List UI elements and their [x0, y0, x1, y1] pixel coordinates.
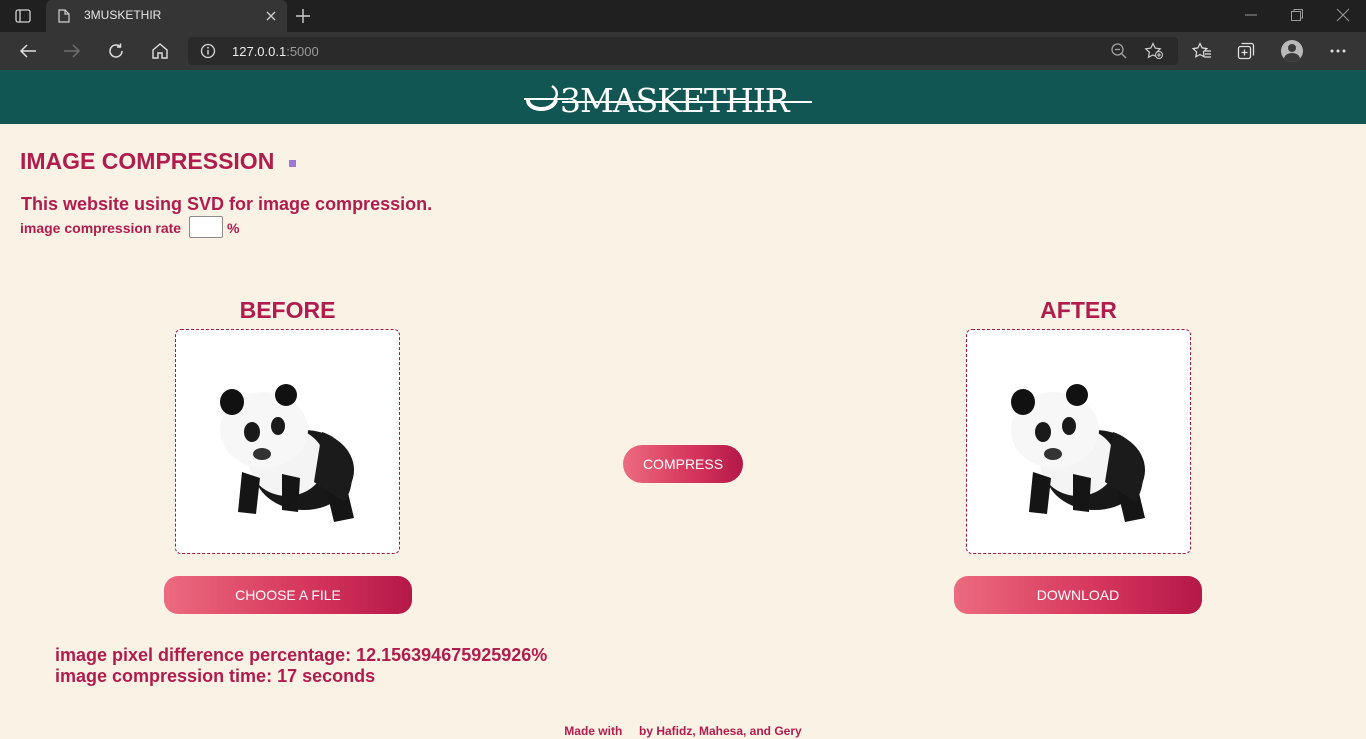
url-text: 127.0.0.1:5000 [232, 44, 319, 59]
plus-icon[interactable] [294, 7, 312, 30]
minimize-icon[interactable] [1244, 8, 1258, 27]
site-logo[interactable]: 3MASKETHIR [522, 78, 814, 120]
info-icon[interactable] [200, 43, 216, 64]
browser-tab-bar: 3MUSKETHIR [0, 0, 1366, 32]
favorites-icon[interactable] [1192, 41, 1212, 61]
before-title: BEFORE [239, 297, 336, 323]
more-icon[interactable] [1328, 41, 1348, 61]
pixel-difference-text: image pixel difference percentage: 12.15… [55, 645, 548, 665]
download-button[interactable]: DOWNLOAD [954, 576, 1202, 614]
home-icon[interactable] [150, 41, 170, 61]
collections-icon[interactable] [1236, 41, 1256, 61]
address-bar[interactable]: 127.0.0.1:5000 [188, 37, 1178, 65]
forward-icon [62, 41, 82, 61]
rate-label: image compression rate [20, 220, 182, 236]
rate-unit: % [227, 220, 240, 236]
choose-file-button[interactable]: CHOOSE A FILE [164, 576, 412, 614]
before-image-box [175, 329, 400, 554]
footer-credits: by Hafidz, Mahesa, and Gery [638, 724, 802, 738]
add-favorite-icon[interactable] [1144, 42, 1164, 65]
footer: Made with by Hafidz, Mahesa, and Gery [0, 724, 1366, 738]
after-image-box [966, 329, 1191, 554]
logo-strike [562, 101, 812, 103]
window-close-icon[interactable] [1336, 8, 1350, 27]
zoom-out-icon[interactable] [1110, 42, 1128, 65]
url-host: 127.0.0.1 [232, 44, 287, 59]
panda-image [220, 384, 354, 522]
panda-image [1011, 384, 1145, 522]
profile-icon[interactable] [1281, 40, 1303, 62]
url-port: :5000 [286, 44, 319, 59]
compress-button[interactable]: COMPRESS [623, 445, 743, 483]
compression-time-text: image compression time: 17 seconds [55, 666, 376, 686]
page-icon [58, 9, 70, 28]
browser-toolbar: 127.0.0.1:5000 [0, 32, 1366, 70]
tab-title: 3MUSKETHIR [84, 8, 162, 22]
browser-tab[interactable]: 3MUSKETHIR [46, 0, 287, 32]
description-text: This website using SVD for image compres… [21, 194, 433, 214]
title-dot [289, 160, 296, 167]
page-title: IMAGE COMPRESSION [20, 148, 275, 174]
tab-actions-icon[interactable] [12, 7, 34, 25]
restore-icon[interactable] [1290, 8, 1304, 27]
back-icon[interactable] [18, 41, 38, 61]
footer-made-with: Made with [564, 724, 623, 738]
site-header: 3MASKETHIR [0, 70, 1366, 124]
refresh-icon[interactable] [106, 41, 126, 61]
compression-rate-input[interactable] [189, 216, 223, 238]
close-icon[interactable] [265, 9, 277, 27]
after-title: AFTER [1040, 297, 1117, 323]
